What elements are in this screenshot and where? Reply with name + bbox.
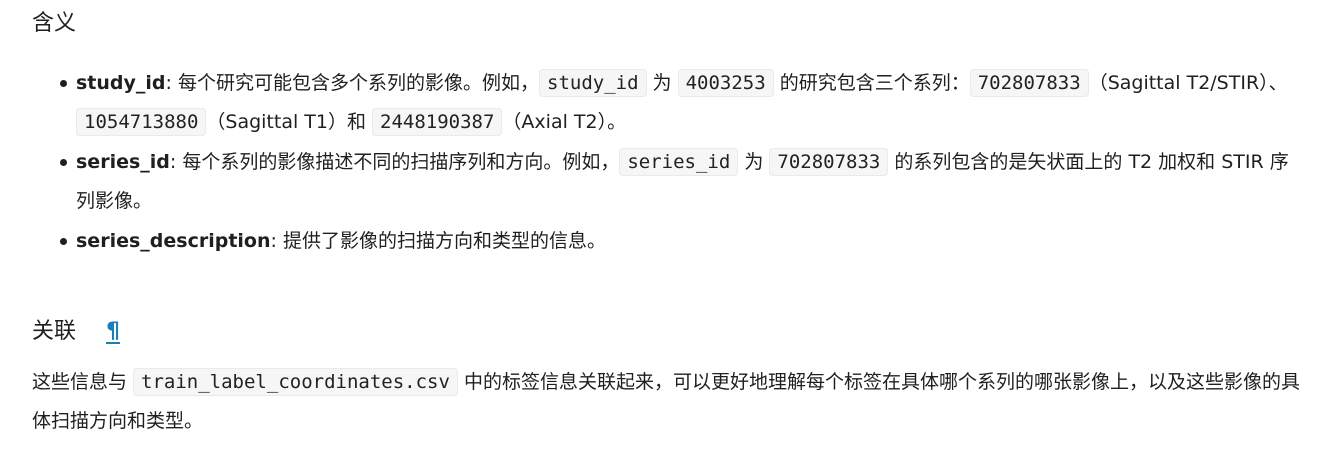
inline-code: 1054713880 <box>76 108 207 136</box>
term-colon: : <box>165 72 178 94</box>
relation-paragraph: 这些信息与 train_label_coordinates.csv 中的标签信息… <box>32 363 1317 441</box>
list-item-series-description: series_description: 提供了影像的扫描方向和类型的信息。 <box>32 222 1307 261</box>
inline-code: series_id <box>619 148 739 176</box>
permalink-anchor-icon[interactable]: ¶ <box>106 318 120 346</box>
list-item-study-id: study_id: 每个研究可能包含多个系列的影像。例如， study_id 为 … <box>32 64 1307 142</box>
inline-code: 702807833 <box>969 69 1089 97</box>
term-series-id: series_id <box>76 151 170 173</box>
inline-code: 4003253 <box>677 69 774 97</box>
term-study-id: study_id <box>76 72 166 94</box>
inline-code: study_id <box>539 69 647 97</box>
item-text: 为 <box>646 72 678 94</box>
item-text: 提供了影像的扫描方向和类型的信息。 <box>282 230 606 252</box>
section-heading-meaning: 含义 <box>32 11 77 36</box>
section-heading-relation-text: 关联 <box>32 319 77 344</box>
bullet-icon <box>60 159 67 166</box>
item-text: （Sagittal T2/STIR）、 <box>1088 72 1288 94</box>
inline-code-filename: train_label_coordinates.csv <box>133 368 458 396</box>
bullet-icon <box>60 80 67 87</box>
term-colon: : <box>169 151 183 173</box>
item-text: 每个研究可能包含多个系列的影像。例如， <box>177 72 539 94</box>
section-heading-relation: 关联 ¶ <box>32 318 120 346</box>
term-colon: : <box>270 230 283 252</box>
item-text: 为 <box>738 151 770 173</box>
paragraph-text: 这些信息与 <box>32 371 134 393</box>
item-text: （Axial T2）。 <box>502 111 627 133</box>
inline-code: 2448190387 <box>372 108 503 136</box>
item-text: （Sagittal T1）和 <box>206 111 373 133</box>
item-text: 每个系列的影像描述不同的扫描序列和方向。例如， <box>182 151 620 173</box>
bullet-icon <box>60 238 67 245</box>
item-text: 的研究包含三个系列： <box>773 72 970 94</box>
list-item-series-id: series_id: 每个系列的影像描述不同的扫描序列和方向。例如， series… <box>32 143 1307 221</box>
inline-code: 702807833 <box>769 148 889 176</box>
term-series-description: series_description <box>76 230 271 252</box>
definition-list: study_id: 每个研究可能包含多个系列的影像。例如， study_id 为 … <box>32 64 1307 262</box>
